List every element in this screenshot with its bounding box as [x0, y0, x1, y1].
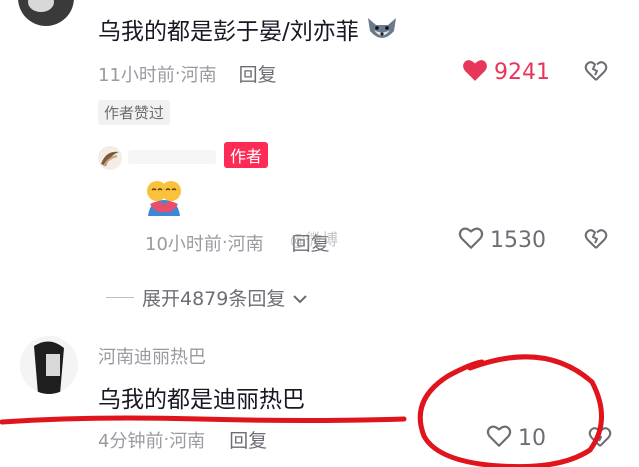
reply-button[interactable]: 回复: [229, 426, 267, 453]
expand-replies-button[interactable]: 展开4879条回复: [106, 284, 308, 311]
avatar[interactable]: [18, 0, 74, 26]
like-button[interactable]: 10: [486, 424, 546, 452]
comment-location: 河南: [180, 64, 217, 86]
dislike-icon[interactable]: [584, 60, 608, 86]
avatar[interactable]: [20, 336, 78, 394]
reply-time: 10小时前: [145, 233, 222, 255]
dislike-icon[interactable]: [588, 426, 612, 452]
reply-button[interactable]: 回复: [239, 60, 277, 87]
comment-meta: 11小时前 · 河南 回复: [98, 60, 277, 87]
comment-meta: 4分钟前 · 河南 回复: [98, 426, 267, 453]
comment-time: 4分钟前: [98, 430, 164, 452]
comment-username[interactable]: 河南迪丽热巴: [98, 343, 206, 369]
reply-avatar[interactable]: [98, 146, 122, 170]
like-count: 10: [518, 425, 546, 451]
like-button[interactable]: 1530: [458, 226, 546, 254]
chevron-down-icon: [293, 287, 308, 309]
comment-body: 乌我的都是彭于晏/刘亦菲: [98, 12, 399, 46]
divider-line: [106, 297, 134, 298]
comment-time: 11小时前: [98, 64, 175, 86]
like-count: 1530: [490, 227, 546, 253]
heart-outline-icon: [486, 424, 512, 452]
heart-outline-icon: [458, 226, 484, 254]
hug-icon: [142, 176, 186, 220]
comment-text: 乌我的都是迪丽热巴: [98, 387, 305, 413]
watermark: @微博: [290, 230, 339, 249]
comment-text: 乌我的都是彭于晏/刘亦菲: [98, 19, 359, 45]
dislike-icon[interactable]: [584, 228, 608, 254]
author-tag: 作者: [224, 142, 269, 168]
like-button[interactable]: 9241: [462, 58, 550, 86]
wolf-face-icon: [365, 15, 399, 43]
comment-location: 河南: [169, 430, 206, 452]
author-liked-badge: 作者赞过: [98, 100, 171, 125]
username-redacted: [128, 150, 216, 164]
heart-filled-icon: [462, 58, 488, 86]
reply-location: 河南: [227, 233, 264, 255]
like-count: 9241: [494, 59, 550, 85]
expand-replies-label: 展开4879条回复: [142, 288, 286, 310]
red-underline: [0, 415, 407, 425]
